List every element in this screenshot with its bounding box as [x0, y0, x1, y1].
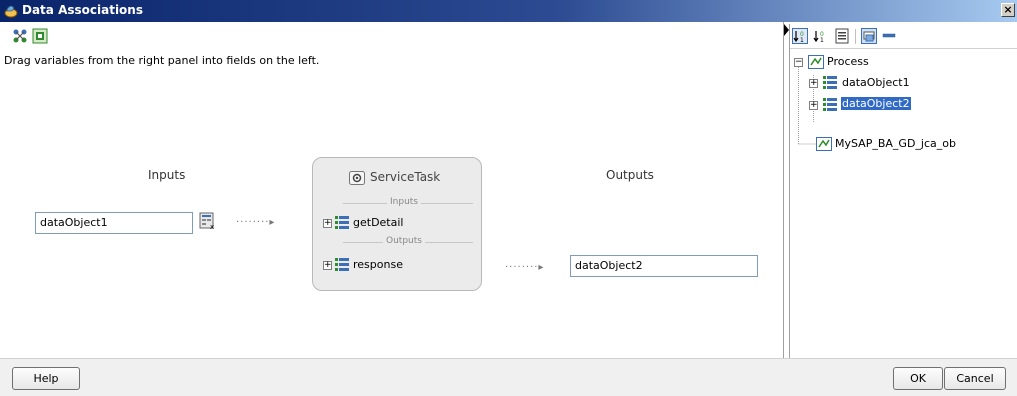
variables-panel: 0 1 0 1 − Process + dataObject1 + dataOb… — [783, 22, 1017, 358]
tree-node-icon — [823, 76, 837, 89]
instructions-text: Drag variables from the right panel into… — [4, 54, 320, 67]
window-title: Data Associations — [22, 3, 143, 17]
mapping-area: Drag variables from the right panel into… — [0, 22, 783, 358]
ok-button[interactable]: OK — [893, 367, 943, 390]
sort-descending-icon[interactable]: 0 1 — [812, 28, 828, 44]
service-task-box: ServiceTask Inputs + getDetail Outputs +… — [312, 157, 482, 291]
sort-ascending-icon[interactable]: 0 1 — [792, 28, 808, 44]
service-icon — [816, 137, 832, 151]
tree-node-icon — [823, 98, 837, 111]
service-inputs-label: Inputs — [387, 197, 421, 207]
expand-icon[interactable]: + — [323, 261, 332, 270]
cancel-button[interactable]: Cancel — [944, 367, 1006, 390]
svg-text:1: 1 — [800, 37, 804, 44]
service-input-label: getDetail — [353, 216, 404, 229]
tree-item-service[interactable]: MySAP_BA_GD_jca_ob — [835, 137, 956, 150]
variable-picker-icon[interactable]: x — [199, 212, 217, 230]
button-bar: Help OK Cancel — [0, 358, 1017, 396]
output-connector: ········▸ — [505, 262, 545, 273]
title-bar: Data Associations × — [0, 0, 1017, 22]
tree-item-dataobject2[interactable]: dataObject2 — [841, 97, 911, 110]
svg-text:1: 1 — [820, 37, 824, 44]
expand-icon[interactable]: + — [809, 79, 818, 88]
show-all-icon[interactable] — [861, 28, 877, 44]
input-variable-field[interactable]: dataObject1 — [35, 212, 193, 234]
input-connector: ········▸ — [236, 217, 276, 228]
collapse-all-icon[interactable] — [32, 28, 48, 44]
variables-tree: − Process + dataObject1 + dataObject2 My… — [790, 48, 1017, 358]
tree-node-icon — [335, 258, 349, 271]
process-icon — [808, 55, 824, 69]
output-variable-field[interactable]: dataObject2 — [570, 255, 758, 277]
tree-node-icon — [335, 216, 349, 229]
svg-text:x: x — [210, 223, 214, 230]
service-task-icon — [349, 171, 365, 185]
close-icon[interactable]: × — [1001, 3, 1015, 17]
tree-item-dataobject1[interactable]: dataObject1 — [842, 76, 910, 89]
expand-icon[interactable]: + — [323, 219, 332, 228]
expand-all-icon[interactable] — [12, 28, 28, 44]
expand-icon[interactable]: + — [809, 101, 818, 110]
app-icon — [4, 5, 18, 18]
outputs-title: Outputs — [606, 168, 654, 182]
toolbar-separator — [855, 29, 856, 44]
list-view-icon[interactable] — [834, 28, 850, 44]
collapse-tree-icon[interactable] — [881, 28, 897, 44]
help-button[interactable]: Help — [12, 367, 80, 390]
service-outputs-label: Outputs — [383, 236, 425, 246]
tree-item-process[interactable]: Process — [827, 55, 869, 68]
inputs-title: Inputs — [148, 168, 186, 182]
service-output-label: response — [353, 258, 403, 271]
service-task-title: ServiceTask — [370, 170, 441, 184]
collapse-icon[interactable]: − — [794, 58, 803, 67]
